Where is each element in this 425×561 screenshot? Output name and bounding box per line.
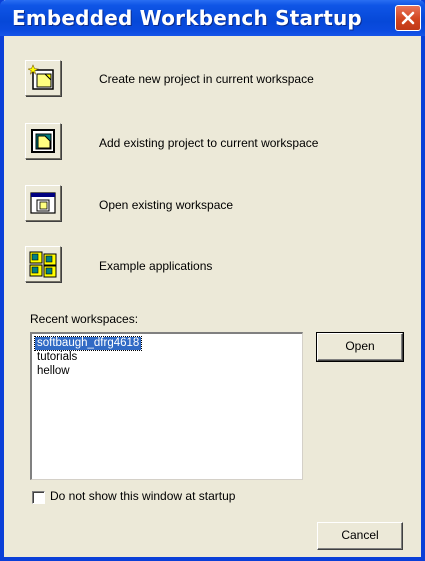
cancel-button[interactable]: Cancel [317, 522, 403, 550]
do-not-show-label: Do not show this window at startup [50, 489, 236, 503]
open-workspace-label: Open existing workspace [99, 198, 234, 212]
add-project-icon [31, 129, 55, 153]
create-new-project-button[interactable] [25, 60, 61, 96]
example-applications-label: Example applications [99, 259, 213, 273]
example-applications-icon [29, 251, 57, 278]
close-button[interactable] [395, 5, 421, 31]
title-bar[interactable]: Embedded Workbench Startup [0, 0, 425, 36]
example-applications-button[interactable] [25, 246, 61, 282]
open-workspace-button[interactable] [25, 185, 61, 221]
new-project-icon [28, 64, 54, 90]
startup-dialog: Embedded Workbench Startup Create new pr… [0, 0, 425, 561]
close-icon [401, 11, 415, 25]
open-button[interactable]: Open [316, 332, 404, 362]
add-existing-project-label: Add existing project to current workspac… [99, 136, 319, 150]
recent-workspaces-list[interactable]: softbaugh_dfrg4618 tutorials hellow [30, 332, 303, 480]
create-new-project-label: Create new project in current workspace [99, 72, 314, 86]
window-title: Embedded Workbench Startup [12, 6, 362, 30]
recent-workspaces-label: Recent workspaces: [30, 312, 139, 326]
list-item[interactable]: softbaugh_dfrg4618 [33, 336, 143, 351]
do-not-show-checkbox[interactable] [32, 491, 45, 504]
list-item[interactable]: tutorials [35, 351, 79, 364]
add-existing-project-button[interactable] [25, 123, 61, 159]
list-item[interactable]: hellow [35, 365, 72, 378]
open-workspace-icon [30, 192, 56, 214]
